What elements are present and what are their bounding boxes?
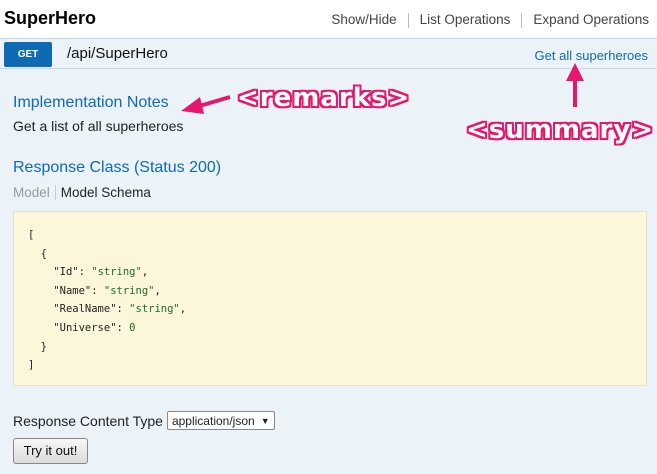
endpoint-path[interactable]: /api/SuperHero [67, 45, 168, 62]
response-content-type: Response Content Type application/json ▼ [13, 411, 275, 430]
schema-line: "Id": "string", [53, 266, 149, 279]
remarks-annotation: <remarks> [237, 83, 411, 113]
header-links: Show/Hide List Operations Expand Operati… [331, 12, 649, 28]
model-tabs: Model Model Schema [13, 185, 151, 200]
content-type-select[interactable]: application/json ▼ [166, 411, 275, 430]
implementation-notes-title: Implementation Notes [13, 94, 169, 111]
show-hide-link[interactable]: Show/Hide [331, 12, 396, 28]
schema-line: } [28, 340, 47, 353]
implementation-notes-text: Get a list of all superheroes [13, 118, 184, 134]
list-operations-link[interactable]: List Operations [420, 12, 511, 28]
content-type-value: application/json [171, 413, 255, 428]
link-divider [407, 13, 409, 28]
schema-line: [ [28, 229, 35, 241]
resource-title[interactable]: SuperHero [4, 8, 96, 29]
schema-line: { [28, 247, 47, 260]
schema-line: "Name": "string", [53, 284, 161, 297]
model-schema-code[interactable]: [ { "Id": "string", "Name": "string", "R… [13, 211, 647, 386]
schema-line: "RealName": "string", [53, 303, 187, 316]
summary-annotation: <summary> [466, 115, 655, 145]
tab-model-schema[interactable]: Model Schema [56, 185, 151, 200]
schema-line: ] [28, 359, 35, 372]
http-method-badge[interactable]: GET [4, 42, 52, 67]
try-it-out-button[interactable]: Try it out! [13, 438, 88, 464]
expand-operations-link[interactable]: Expand Operations [533, 12, 649, 28]
operation-summary-link[interactable]: Get all superheroes [535, 48, 648, 63]
content-type-label: Response Content Type [13, 412, 163, 429]
tab-model[interactable]: Model [13, 185, 56, 200]
dropdown-arrow-icon: ▼ [260, 415, 270, 426]
link-divider [521, 13, 523, 28]
schema-line: "Universe": 0 [53, 321, 136, 334]
operation-bar[interactable]: GET /api/SuperHero Get all superheroes [0, 39, 657, 69]
resource-header: SuperHero Show/Hide List Operations Expa… [0, 0, 657, 38]
response-class-title: Response Class (Status 200) [13, 159, 222, 176]
